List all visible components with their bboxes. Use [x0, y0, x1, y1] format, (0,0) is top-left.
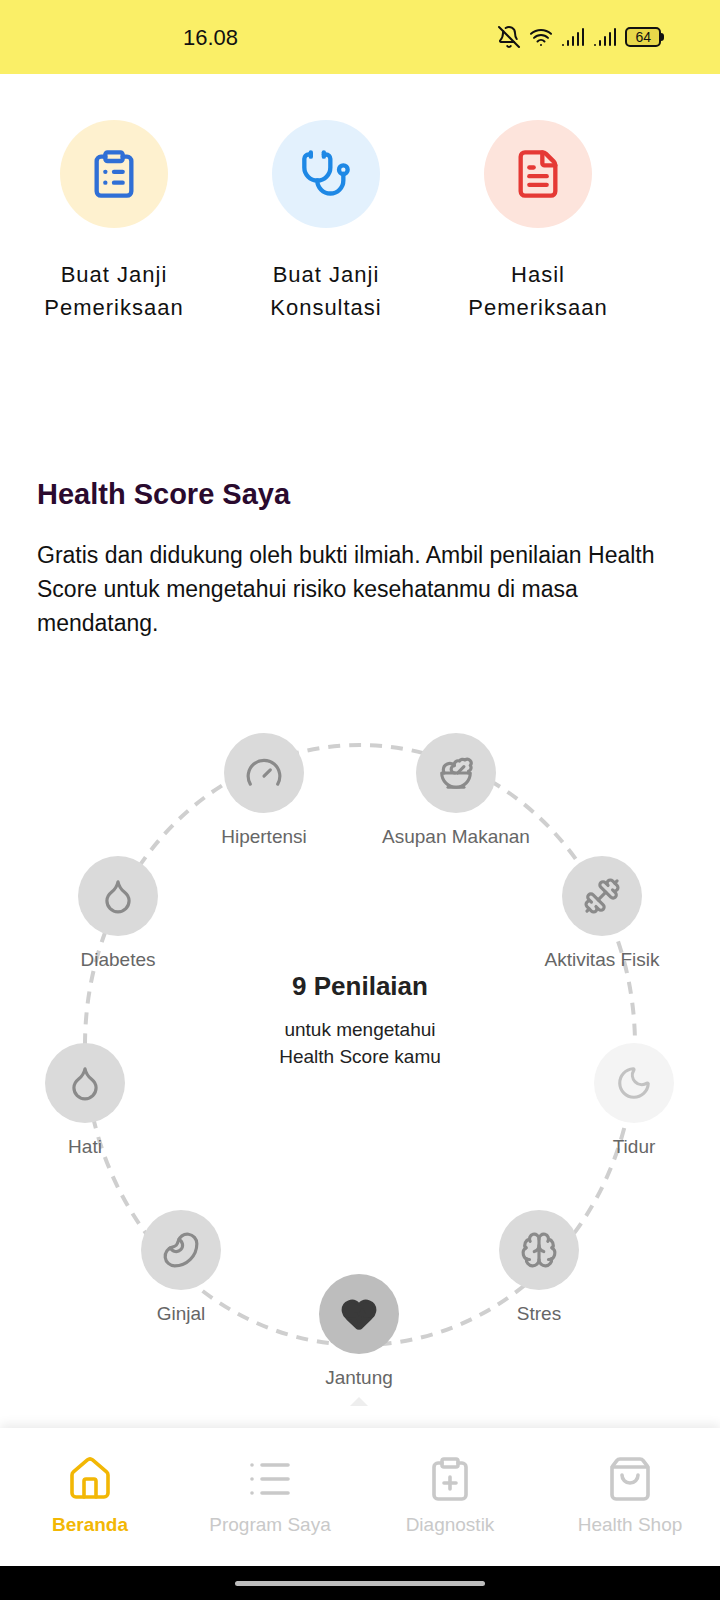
battery-icon: 64 — [625, 27, 664, 47]
center-subtitle: untuk mengetahui — [284, 1016, 435, 1043]
health-score-section: Health Score Saya Gratis dan didukung ole… — [0, 324, 720, 640]
doctor-icon — [300, 148, 352, 200]
assessment-node[interactable]: Asupan Makanan — [356, 733, 556, 852]
assessment-node[interactable]: Tidur — [534, 1043, 720, 1162]
assessment-label: Diabetes — [81, 946, 156, 975]
nav-label: Beranda — [52, 1511, 128, 1540]
status-time: 16.08 — [183, 21, 238, 54]
app-screen: 16.0864Buat JanjiPemeriksaanBuat JanjiKo… — [0, 0, 720, 1600]
list-icon — [246, 1455, 294, 1503]
brain-icon — [520, 1231, 558, 1269]
assessment-label: Hipertensi — [221, 823, 307, 852]
liver-icon — [66, 1064, 104, 1102]
quick-action[interactable]: Buat JanjiKonsultasi — [220, 120, 432, 324]
center-subtitle: Health Score kamu — [279, 1043, 441, 1070]
assessment-diagram: 9 Penilaian untuk mengetahuiHealth Score … — [0, 700, 720, 1420]
signal-icon — [593, 25, 617, 49]
center-title: 9 Penilaian — [292, 967, 428, 1006]
nav-item[interactable]: Beranda — [0, 1455, 180, 1540]
mute-icon — [497, 25, 521, 49]
nav-item[interactable]: Health Shop — [540, 1455, 720, 1540]
diagram-center: 9 Penilaian untuk mengetahuiHealth Score … — [210, 967, 510, 1070]
home-indicator[interactable] — [235, 1581, 485, 1586]
prescription-icon — [512, 148, 564, 200]
assessment-label: Aktivitas Fisik — [544, 946, 659, 975]
quick-action[interactable]: HasilPemeriksaan — [432, 120, 644, 324]
clipboard-icon — [426, 1455, 474, 1503]
blood-pressure-icon — [245, 754, 283, 792]
checkup-appointment-icon — [88, 148, 140, 200]
glucose-meter-icon — [99, 877, 137, 915]
heart-icon — [340, 1295, 378, 1333]
assessment-label: Stres — [517, 1300, 561, 1329]
kidney-icon — [162, 1231, 200, 1269]
quick-action-label: Konsultasi — [270, 291, 382, 324]
quick-action-label: Buat Janji — [61, 258, 168, 291]
wifi-icon — [529, 25, 553, 49]
section-title: Health Score Saya — [37, 476, 683, 512]
dumbbell-icon — [583, 877, 621, 915]
assessment-label: Hati — [68, 1133, 102, 1162]
nav-label: Program Saya — [209, 1511, 330, 1540]
selected-pointer — [350, 1397, 368, 1406]
nav-label: Health Shop — [578, 1511, 683, 1540]
gesture-bar — [0, 1566, 720, 1600]
assessment-node[interactable]: Hipertensi — [164, 733, 364, 852]
assessment-label: Jantung — [325, 1364, 393, 1393]
assessment-node[interactable]: Diabetes — [18, 856, 218, 975]
assessment-label: Asupan Makanan — [382, 823, 530, 852]
nav-label: Diagnostik — [406, 1511, 495, 1540]
quick-actions: Buat JanjiPemeriksaanBuat JanjiKonsultas… — [0, 74, 720, 324]
section-description: Gratis dan didukung oleh bukti ilmiah. A… — [37, 538, 683, 640]
assessment-node[interactable]: Ginjal — [81, 1210, 281, 1329]
quick-action-label: Hasil — [511, 258, 565, 291]
bottom-nav: Beranda Program Saya Diagnostik Health Shop — [0, 1428, 720, 1566]
moon-icon — [615, 1064, 653, 1102]
home-icon — [66, 1455, 114, 1503]
quick-action-label: Buat Janji — [273, 258, 380, 291]
assessment-node[interactable]: Hati — [0, 1043, 185, 1162]
quick-action-label: Pemeriksaan — [44, 291, 183, 324]
assessment-label: Tidur — [613, 1133, 656, 1162]
battery-level: 64 — [635, 30, 651, 44]
nav-item[interactable]: Diagnostik — [360, 1455, 540, 1540]
food-bowl-icon — [437, 754, 475, 792]
quick-action-label: Pemeriksaan — [468, 291, 607, 324]
status-icons: 64 — [497, 25, 664, 49]
nav-item[interactable]: Program Saya — [180, 1455, 360, 1540]
assessment-label: Ginjal — [157, 1300, 206, 1329]
signal-icon — [561, 25, 585, 49]
assessment-node[interactable]: Jantung — [259, 1274, 459, 1406]
shopping-bag-icon — [606, 1455, 654, 1503]
quick-action[interactable]: Buat JanjiPemeriksaan — [8, 120, 220, 324]
assessment-node[interactable]: Stres — [439, 1210, 639, 1329]
status-bar: 16.08 64 — [0, 0, 720, 74]
assessment-node[interactable]: Aktivitas Fisik — [502, 856, 702, 975]
